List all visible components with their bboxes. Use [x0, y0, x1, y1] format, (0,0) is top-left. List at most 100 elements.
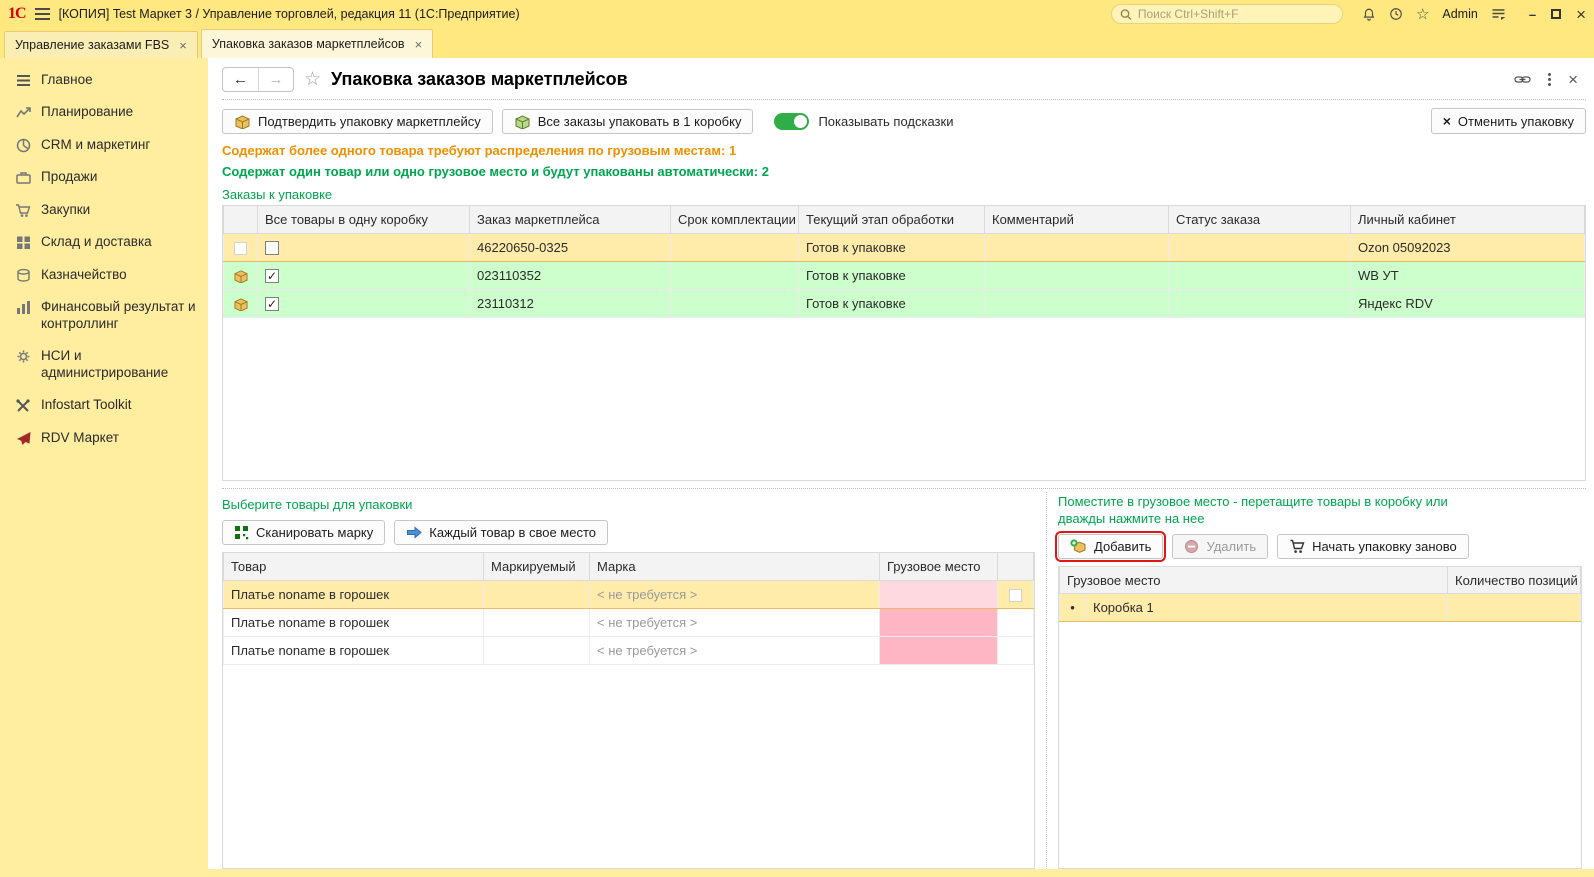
product-cell[interactable]: Платье noname в горошек — [223, 635, 484, 665]
column-header-product[interactable]: Товар — [223, 553, 484, 581]
product-row[interactable]: Платье noname в горошек < не требуется > — [223, 607, 1034, 637]
comment-cell[interactable] — [984, 288, 1169, 318]
status-cell[interactable] — [1168, 288, 1351, 318]
back-button[interactable]: ← — [223, 68, 258, 91]
column-header-package[interactable]: Грузовое место — [1059, 566, 1448, 595]
tab-fbs-orders[interactable]: Управление заказами FBS × — [4, 31, 198, 58]
column-header-order[interactable]: Заказ маркетплейса — [469, 206, 671, 234]
comment-cell[interactable] — [984, 260, 1169, 290]
confirm-packing-button[interactable]: Подтвердить упаковку маркетплейсу — [222, 108, 493, 134]
sidebar-item-finance[interactable]: Финансовый результат и контроллинг — [0, 291, 208, 340]
stage-cell[interactable]: Готов к упаковке — [798, 260, 985, 290]
forward-button[interactable]: → — [258, 68, 293, 91]
all-in-one-checkbox[interactable]: ✓ — [265, 296, 279, 311]
show-hints-toggle[interactable] — [774, 112, 810, 130]
notifications-bell-icon[interactable] — [1362, 7, 1376, 22]
status-cell[interactable] — [1168, 232, 1351, 262]
sidebar-item-main[interactable]: Главное — [0, 64, 208, 96]
minimize-button[interactable]: – — [1529, 7, 1536, 22]
package-name-cell[interactable]: Коробка 1 — [1085, 593, 1448, 623]
tab-close-icon[interactable]: × — [415, 37, 423, 52]
column-header-marker[interactable] — [223, 206, 258, 234]
account-cell[interactable]: WB УТ — [1350, 260, 1585, 290]
tab-marketplace-packing[interactable]: Упаковка заказов маркетплейсов × — [200, 29, 434, 58]
search-input[interactable] — [1137, 7, 1334, 21]
sidebar-item-warehouse[interactable]: Склад и доставка — [0, 226, 208, 258]
menu-functions-icon[interactable] — [1491, 8, 1506, 21]
main-menu-icon[interactable] — [34, 8, 50, 20]
global-search[interactable] — [1110, 4, 1343, 24]
column-header-empty — [997, 553, 1034, 581]
page-header: ← → ☆ Упаковка заказов маркетплейсов × — [222, 62, 1586, 100]
sidebar-item-crm[interactable]: CRM и маркетинг — [0, 129, 208, 161]
deadline-cell[interactable] — [670, 288, 799, 318]
delete-package-button[interactable]: Удалить — [1172, 533, 1269, 559]
product-row[interactable]: Платье noname в горошек < не требуется > — [223, 579, 1034, 609]
column-header-status[interactable]: Статус заказа — [1168, 206, 1351, 234]
package-cell[interactable] — [879, 607, 998, 637]
add-package-button[interactable]: Добавить — [1054, 530, 1167, 562]
product-cell[interactable]: Платье noname в горошек — [223, 579, 484, 609]
link-icon[interactable] — [1514, 74, 1531, 85]
order-number-cell[interactable]: 46220650-0325 — [469, 232, 671, 262]
package-row[interactable]: • Коробка 1 — [1059, 593, 1581, 623]
each-item-own-place-button[interactable]: Каждый товар в свое место — [394, 520, 609, 545]
sidebar-item-sales[interactable]: Продажи — [0, 161, 208, 193]
cancel-x-icon: × — [1442, 113, 1451, 129]
comment-cell[interactable] — [984, 232, 1169, 262]
marked-cell[interactable] — [483, 635, 590, 665]
favorite-star-icon[interactable]: ☆ — [304, 68, 321, 91]
current-user-label[interactable]: Admin — [1442, 7, 1477, 21]
column-header-account[interactable]: Личный кабинет — [1350, 206, 1585, 234]
package-count-cell[interactable] — [1447, 593, 1581, 623]
product-row[interactable]: Платье noname в горошек < не требуется > — [223, 635, 1034, 665]
sidebar-item-nsi-admin[interactable]: НСИ и администрирование — [0, 340, 208, 389]
mark-cell[interactable]: < не требуется > — [589, 607, 880, 637]
order-row[interactable]: ✓ 23110312 Готов к упаковке Яндекс RDV — [223, 288, 1585, 318]
restart-packing-button[interactable]: Начать упаковку заново — [1277, 533, 1469, 559]
package-cell[interactable] — [879, 579, 998, 609]
column-header-stage[interactable]: Текущий этап обработки — [798, 206, 985, 234]
column-header-count[interactable]: Количество позиций — [1447, 566, 1581, 595]
status-cell[interactable] — [1168, 260, 1351, 290]
order-number-cell[interactable]: 23110312 — [469, 288, 671, 318]
sidebar-item-treasury[interactable]: Казначейство — [0, 259, 208, 291]
scan-mark-button[interactable]: Сканировать марку — [222, 520, 386, 545]
column-header-mark[interactable]: Марка — [589, 553, 880, 581]
account-cell[interactable]: Яндекс RDV — [1350, 288, 1585, 318]
sidebar-item-infostart-toolkit[interactable]: Infostart Toolkit — [0, 389, 208, 421]
mark-cell[interactable]: < не требуется > — [589, 635, 880, 665]
column-header-package[interactable]: Грузовое место — [879, 553, 998, 581]
marked-cell[interactable] — [483, 607, 590, 637]
close-window-button[interactable]: × — [1576, 6, 1586, 23]
order-row[interactable]: ✓ 023110352 Готов к упаковке WB УТ — [223, 260, 1585, 290]
deadline-cell[interactable] — [670, 232, 799, 262]
all-in-one-checkbox[interactable]: ✓ — [265, 268, 279, 283]
mark-cell[interactable]: < не требуется > — [589, 579, 880, 609]
column-header-deadline[interactable]: Срок комплектации — [670, 206, 799, 234]
deadline-cell[interactable] — [670, 260, 799, 290]
order-row[interactable]: 46220650-0325 Готов к упаковке Ozon 0509… — [223, 232, 1585, 262]
sidebar-item-rdv-market[interactable]: RDV Маркет — [0, 422, 208, 454]
package-cell[interactable] — [879, 635, 998, 665]
tab-close-icon[interactable]: × — [179, 38, 187, 53]
all-in-one-checkbox[interactable] — [265, 240, 279, 255]
pack-all-one-box-button[interactable]: Все заказы упаковать в 1 коробку — [501, 108, 754, 134]
stage-cell[interactable]: Готов к упаковке — [798, 232, 985, 262]
column-header-all-in-one[interactable]: Все товары в одну коробку — [257, 206, 470, 234]
stage-cell[interactable]: Готов к упаковке — [798, 288, 985, 318]
order-number-cell[interactable]: 023110352 — [469, 260, 671, 290]
more-actions-icon[interactable] — [1548, 73, 1552, 86]
product-cell[interactable]: Платье noname в горошек — [223, 607, 484, 637]
sidebar-item-purchases[interactable]: Закупки — [0, 194, 208, 226]
column-header-comment[interactable]: Комментарий — [984, 206, 1169, 234]
sidebar-item-planning[interactable]: Планирование — [0, 96, 208, 128]
column-header-marked[interactable]: Маркируемый — [483, 553, 590, 581]
close-page-icon[interactable]: × — [1568, 70, 1578, 90]
account-cell[interactable]: Ozon 05092023 — [1350, 232, 1585, 262]
marked-cell[interactable] — [483, 579, 590, 609]
favorites-icon[interactable]: ☆ — [1416, 7, 1429, 22]
cancel-packing-button[interactable]: × Отменить упаковку — [1430, 108, 1586, 134]
history-icon[interactable] — [1389, 7, 1403, 21]
maximize-button[interactable] — [1551, 9, 1562, 19]
